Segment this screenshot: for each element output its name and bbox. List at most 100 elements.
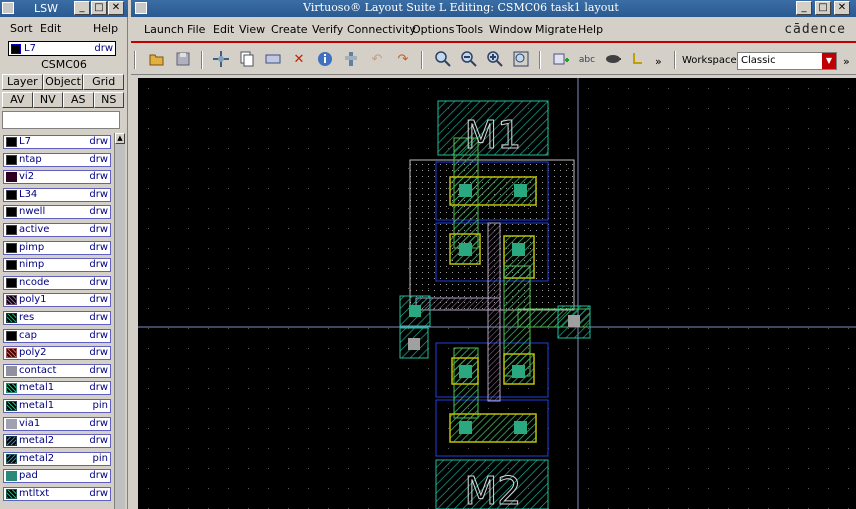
maximize-button[interactable]: □ <box>815 1 831 15</box>
stretch-icon[interactable] <box>263 50 283 70</box>
maximize-button[interactable]: □ <box>91 1 107 15</box>
create-wire-icon[interactable] <box>629 50 649 70</box>
menu-connectivity[interactable]: Connectivity <box>347 23 416 36</box>
layer-row-mtltxt-drw[interactable]: mtltxt drw <box>3 487 111 501</box>
none-selectable-button[interactable]: NS <box>93 92 124 108</box>
save-icon[interactable] <box>173 50 193 70</box>
via-square[interactable] <box>568 315 580 327</box>
window-menu-icon[interactable] <box>2 2 14 14</box>
layer-row-poly2-drw[interactable]: poly2 drw <box>3 346 111 361</box>
minimize-button[interactable]: _ <box>796 1 812 15</box>
menu-edit[interactable]: Edit <box>40 22 61 35</box>
contact-square[interactable] <box>409 305 421 317</box>
menu-migrate[interactable]: Migrate <box>535 23 577 36</box>
menu-verify[interactable]: Verify <box>312 23 343 36</box>
toolbar-overflow-icon[interactable]: » <box>655 55 662 68</box>
menu-help[interactable]: Help <box>578 23 603 36</box>
layout-canvas[interactable]: M1 M2 <box>138 78 856 509</box>
layer-swatch <box>6 295 17 306</box>
contact-square[interactable] <box>512 365 525 378</box>
net-label-m1[interactable]: M1 <box>464 113 522 158</box>
delete-icon[interactable]: ✕ <box>289 50 309 70</box>
main-menubar: Launch File Edit View Create Verify Conn… <box>131 19 856 41</box>
workspace-select[interactable]: Classic ▼ <box>737 52 837 70</box>
layer-name: metal2 <box>19 435 55 447</box>
layer-row-cap-drw[interactable]: cap drw <box>3 328 111 343</box>
layer-row-pimp-drw[interactable]: pimp drw <box>3 240 111 255</box>
all-visible-button[interactable]: AV <box>2 92 33 108</box>
zoom-icon[interactable] <box>433 50 453 70</box>
current-layer-display[interactable]: L7 drw <box>8 41 116 56</box>
menu-window[interactable]: Window <box>489 23 532 36</box>
layer-row-pad-drw[interactable]: pad drw <box>3 469 111 484</box>
layer-swatch <box>6 277 17 288</box>
zoom-out-icon[interactable] <box>459 50 479 70</box>
layer-row-contact-drw[interactable]: contact drw <box>3 363 111 378</box>
layer-row-metal1-pin[interactable]: metal1 pin <box>3 399 111 413</box>
cadence-logo: cādence <box>784 22 846 37</box>
layer-row-vi2-drw[interactable]: vi2 drw <box>3 170 111 185</box>
layer-row-metal2-pin[interactable]: metal2 pin <box>3 451 111 466</box>
layer-row-res-drw[interactable]: res drw <box>3 311 111 325</box>
tab-layer[interactable]: Layer <box>2 74 43 90</box>
layer-row-active-drw[interactable]: active drw <box>3 223 111 237</box>
layer-row-metal1-drw[interactable]: metal1 drw <box>3 381 111 396</box>
menu-file[interactable]: File <box>187 23 205 36</box>
menu-view[interactable]: View <box>239 23 265 36</box>
undo-icon[interactable]: ↶ <box>367 50 387 70</box>
layer-row-ntap-drw[interactable]: ntap drw <box>3 152 111 167</box>
create-label-icon[interactable]: abc <box>577 50 597 70</box>
zoom-in-icon[interactable] <box>485 50 505 70</box>
contact-square[interactable] <box>459 421 472 434</box>
menu-launch[interactable]: Launch <box>144 23 184 36</box>
chevron-down-icon[interactable]: ▼ <box>822 53 836 69</box>
toolbar-overflow-icon[interactable]: » <box>843 55 850 68</box>
close-button[interactable]: ✕ <box>108 1 124 15</box>
close-button[interactable]: ✕ <box>834 1 850 15</box>
menu-tools[interactable]: Tools <box>456 23 483 36</box>
contact-square[interactable] <box>459 365 472 378</box>
fit-view-icon[interactable] <box>511 50 531 70</box>
copy-icon[interactable] <box>237 50 257 70</box>
contact-square[interactable] <box>512 243 525 256</box>
layer-row-nimp-drw[interactable]: nimp drw <box>3 258 111 273</box>
via-square[interactable] <box>408 338 420 350</box>
main-toolbar: ✕ ↶ ↷ abc » Workspace: Classic ▼ » <box>131 45 856 75</box>
layer-name: pad <box>19 470 38 482</box>
menu-sort[interactable]: Sort <box>10 22 33 35</box>
contact-square[interactable] <box>514 421 527 434</box>
create-pin-icon[interactable] <box>603 50 623 70</box>
properties-icon[interactable] <box>315 50 335 70</box>
layer-row-L7-drw[interactable]: L7 drw <box>3 135 111 149</box>
layer-row-L34-drw[interactable]: L34 drw <box>3 187 111 202</box>
layer-name: metal1 <box>19 400 55 411</box>
poly-gate[interactable] <box>487 222 501 402</box>
minimize-button[interactable]: _ <box>74 1 90 15</box>
menu-create[interactable]: Create <box>271 23 308 36</box>
net-label-m2[interactable]: M2 <box>464 469 522 509</box>
contact-square[interactable] <box>514 184 527 197</box>
tab-grid[interactable]: Grid <box>83 74 125 90</box>
scroll-up-arrow-icon[interactable]: ▲ <box>115 133 125 144</box>
layer-row-metal2-drw[interactable]: metal2 drw <box>3 434 111 449</box>
redo-icon[interactable]: ↷ <box>393 50 413 70</box>
all-selectable-button[interactable]: AS <box>63 92 94 108</box>
layer-row-poly1-drw[interactable]: poly1 drw <box>3 293 111 308</box>
menu-edit[interactable]: Edit <box>213 23 234 36</box>
contact-square[interactable] <box>459 243 472 256</box>
hierarchy-icon[interactable] <box>341 50 361 70</box>
layer-name: metal2 <box>19 452 55 464</box>
menu-options[interactable]: Options <box>412 23 454 36</box>
open-icon[interactable] <box>147 50 167 70</box>
create-instance-icon[interactable] <box>551 50 571 70</box>
layer-row-via1-drw[interactable]: via1 drw <box>3 416 111 431</box>
menu-help[interactable]: Help <box>93 22 118 35</box>
contact-square[interactable] <box>459 184 472 197</box>
layer-row-nwell-drw[interactable]: nwell drw <box>3 205 111 220</box>
none-visible-button[interactable]: NV <box>32 92 63 108</box>
tab-object[interactable]: Object <box>42 74 84 90</box>
layer-row-ncode-drw[interactable]: ncode drw <box>3 275 111 290</box>
move-icon[interactable] <box>211 50 231 70</box>
layer-filter-input[interactable] <box>2 111 120 129</box>
layer-list-scrollbar[interactable]: ▲ <box>114 133 125 509</box>
